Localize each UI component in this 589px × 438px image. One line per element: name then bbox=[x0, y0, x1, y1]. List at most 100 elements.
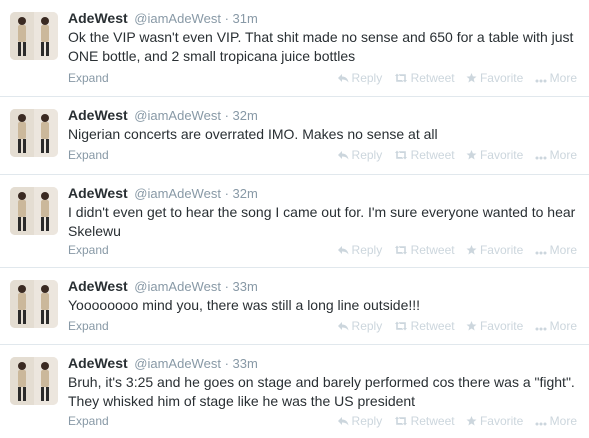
tweet-footer: Expand Reply Retweet Favorite More bbox=[68, 318, 577, 334]
expand-link[interactable]: Expand bbox=[68, 413, 109, 429]
tweet-footer: Expand Reply Retweet Favorite More bbox=[68, 147, 577, 163]
timestamp[interactable]: 32m bbox=[233, 108, 258, 123]
more-dots-icon bbox=[535, 414, 547, 430]
tweet-content: AdeWest @iamAdeWest · 32m Nigerian conce… bbox=[68, 107, 579, 144]
tweet-text: I didn't even get to hear the song I cam… bbox=[68, 204, 576, 239]
favorite-star-icon bbox=[466, 414, 477, 430]
separator: · bbox=[224, 186, 229, 201]
timestamp[interactable]: 31m bbox=[233, 11, 258, 26]
favorite-button[interactable]: Favorite bbox=[466, 413, 523, 430]
avatar[interactable] bbox=[10, 280, 58, 328]
more-label: More bbox=[549, 71, 577, 85]
tweet-header: AdeWest @iamAdeWest · 32m bbox=[68, 185, 579, 202]
separator: · bbox=[224, 108, 229, 123]
more-dots-icon bbox=[535, 319, 547, 335]
favorite-button[interactable]: Favorite bbox=[466, 70, 523, 87]
tweet-header: AdeWest @iamAdeWest · 31m bbox=[68, 10, 579, 27]
retweet-icon bbox=[394, 71, 408, 87]
more-dots-icon bbox=[535, 243, 547, 259]
tweet-timeline: AdeWest @iamAdeWest · 31m Ok the VIP was… bbox=[0, 0, 589, 438]
retweet-button[interactable]: Retweet bbox=[394, 147, 455, 164]
tweet[interactable]: AdeWest @iamAdeWest · 33m Yoooooooo mind… bbox=[0, 268, 589, 345]
avatar[interactable] bbox=[10, 12, 58, 60]
username[interactable]: @iamAdeWest bbox=[134, 356, 221, 371]
expand-link[interactable]: Expand bbox=[68, 242, 109, 258]
fullname[interactable]: AdeWest bbox=[68, 185, 128, 201]
retweet-icon bbox=[394, 243, 408, 259]
retweet-label: Retweet bbox=[410, 148, 455, 162]
retweet-icon bbox=[394, 148, 408, 164]
expand-link[interactable]: Expand bbox=[68, 318, 109, 334]
reply-label: Reply bbox=[351, 71, 383, 85]
retweet-label: Retweet bbox=[410, 319, 455, 333]
fullname[interactable]: AdeWest bbox=[68, 278, 128, 294]
favorite-button[interactable]: Favorite bbox=[466, 242, 523, 259]
fullname[interactable]: AdeWest bbox=[68, 107, 128, 123]
retweet-button[interactable]: Retweet bbox=[394, 242, 455, 259]
expand-link[interactable]: Expand bbox=[68, 147, 109, 163]
tweet-text: Ok the VIP wasn't even VIP. That shit ma… bbox=[68, 29, 574, 64]
tweet-text: Yoooooooo mind you, there was still a lo… bbox=[68, 297, 421, 313]
retweet-icon bbox=[394, 319, 408, 335]
username[interactable]: @iamAdeWest bbox=[134, 279, 221, 294]
tweet[interactable]: AdeWest @iamAdeWest · 33m Bruh, it's 3:2… bbox=[0, 345, 589, 438]
favorite-star-icon bbox=[466, 319, 477, 335]
reply-button[interactable]: Reply bbox=[337, 413, 383, 430]
tweet-footer: Expand Reply Retweet Favorite More bbox=[68, 242, 577, 258]
avatar[interactable] bbox=[10, 357, 58, 405]
avatar[interactable] bbox=[10, 187, 58, 235]
reply-label: Reply bbox=[351, 319, 383, 333]
more-button[interactable]: More bbox=[535, 413, 577, 430]
reply-icon bbox=[337, 148, 349, 164]
tweet-footer: Expand Reply Retweet Favorite More bbox=[68, 413, 577, 429]
reply-button[interactable]: Reply bbox=[337, 242, 383, 259]
favorite-button[interactable]: Favorite bbox=[466, 318, 523, 335]
tweet[interactable]: AdeWest @iamAdeWest · 32m Nigerian conce… bbox=[0, 97, 589, 175]
retweet-button[interactable]: Retweet bbox=[394, 318, 455, 335]
reply-icon bbox=[337, 243, 349, 259]
more-label: More bbox=[549, 319, 577, 333]
tweet-content: AdeWest @iamAdeWest · 33m Bruh, it's 3:2… bbox=[68, 355, 579, 411]
more-button[interactable]: More bbox=[535, 70, 577, 87]
reply-label: Reply bbox=[351, 243, 383, 257]
tweet[interactable]: AdeWest @iamAdeWest · 31m Ok the VIP was… bbox=[0, 0, 589, 97]
fullname[interactable]: AdeWest bbox=[68, 355, 128, 371]
timestamp[interactable]: 33m bbox=[233, 279, 258, 294]
more-button[interactable]: More bbox=[535, 147, 577, 164]
reply-button[interactable]: Reply bbox=[337, 318, 383, 335]
fullname[interactable]: AdeWest bbox=[68, 10, 128, 26]
retweet-label: Retweet bbox=[410, 243, 455, 257]
more-button[interactable]: More bbox=[535, 318, 577, 335]
tweet-content: AdeWest @iamAdeWest · 33m Yoooooooo mind… bbox=[68, 278, 579, 315]
tweet-header: AdeWest @iamAdeWest · 32m bbox=[68, 107, 579, 124]
retweet-button[interactable]: Retweet bbox=[394, 70, 455, 87]
tweet-header: AdeWest @iamAdeWest · 33m bbox=[68, 278, 579, 295]
avatar[interactable] bbox=[10, 109, 58, 157]
favorite-button[interactable]: Favorite bbox=[466, 147, 523, 164]
tweet-header: AdeWest @iamAdeWest · 33m bbox=[68, 355, 579, 372]
reply-icon bbox=[337, 319, 349, 335]
timestamp[interactable]: 32m bbox=[233, 186, 258, 201]
username[interactable]: @iamAdeWest bbox=[134, 108, 221, 123]
reply-button[interactable]: Reply bbox=[337, 147, 383, 164]
tweet-actions: Reply Retweet Favorite More bbox=[330, 70, 577, 87]
reply-label: Reply bbox=[351, 148, 383, 162]
retweet-button[interactable]: Retweet bbox=[394, 413, 455, 430]
separator: · bbox=[224, 11, 229, 26]
username[interactable]: @iamAdeWest bbox=[134, 11, 221, 26]
username[interactable]: @iamAdeWest bbox=[134, 186, 221, 201]
reply-label: Reply bbox=[351, 414, 383, 428]
tweet-text: Nigerian concerts are overrated IMO. Mak… bbox=[68, 126, 438, 142]
favorite-label: Favorite bbox=[479, 414, 524, 428]
expand-link[interactable]: Expand bbox=[68, 70, 109, 86]
tweet-actions: Reply Retweet Favorite More bbox=[330, 413, 577, 430]
tweet[interactable]: AdeWest @iamAdeWest · 32m I didn't even … bbox=[0, 175, 589, 268]
reply-button[interactable]: Reply bbox=[337, 70, 383, 87]
more-label: More bbox=[549, 148, 577, 162]
tweet-actions: Reply Retweet Favorite More bbox=[330, 242, 577, 259]
more-dots-icon bbox=[535, 71, 547, 87]
tweet-content: AdeWest @iamAdeWest · 32m I didn't even … bbox=[68, 185, 579, 241]
favorite-star-icon bbox=[466, 71, 477, 87]
timestamp[interactable]: 33m bbox=[233, 356, 258, 371]
more-button[interactable]: More bbox=[535, 242, 577, 259]
